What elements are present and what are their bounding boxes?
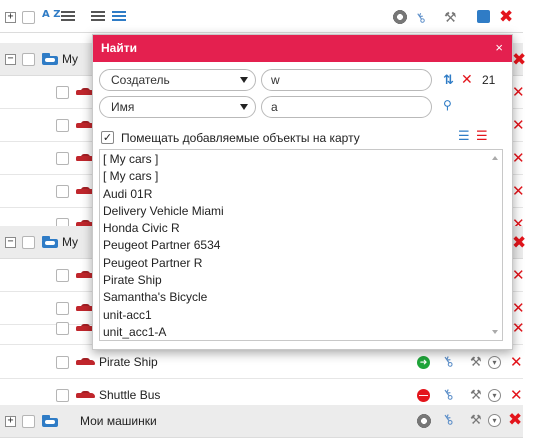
unit-checkbox[interactable] (56, 185, 69, 198)
delete-group-icon[interactable]: ✖ (508, 412, 522, 429)
result-item[interactable]: Samantha's Bicycle (103, 289, 224, 306)
filter-field-select[interactable]: Создатель (99, 69, 256, 91)
unit-checkbox[interactable] (56, 322, 69, 335)
clear-filter-icon[interactable]: ✕ (461, 72, 473, 86)
result-item[interactable]: [ My cars ] (103, 168, 224, 185)
result-item[interactable]: unit_acc1-A (103, 324, 224, 340)
group-folder-icon (42, 53, 58, 65)
save-icon[interactable] (477, 10, 490, 23)
refresh-icon[interactable]: ⇅ (443, 73, 454, 86)
dropdown-menu-icon[interactable]: ▾ (488, 389, 501, 402)
result-item[interactable]: Audi 01R (103, 186, 224, 203)
sort-az-icon[interactable]: A Z (42, 10, 60, 20)
group-checkbox[interactable] (22, 236, 35, 249)
car-icon (76, 391, 95, 399)
result-item[interactable]: unit-acc1 (103, 307, 224, 324)
collapse-icon[interactable]: − (5, 237, 16, 248)
delete-unit-icon[interactable]: ✕ (512, 118, 525, 133)
scroll-up-icon[interactable] (492, 156, 498, 160)
unit-name: Pirate Ship (99, 355, 158, 369)
filter-field-select[interactable]: Имя (99, 96, 256, 118)
delete-unit-icon[interactable]: ✕ (512, 151, 525, 166)
unit-checkbox[interactable] (56, 152, 69, 165)
add-to-map-icon[interactable]: ☰ (476, 129, 488, 142)
group-name: Мои машинки (80, 414, 157, 428)
wrench-icon[interactable]: ⚒ (444, 9, 457, 26)
dropdown-menu-icon[interactable]: ▾ (488, 356, 501, 369)
delete-group-icon[interactable]: ✖ (512, 52, 526, 69)
commands-icon[interactable] (415, 413, 433, 429)
add-to-map-label: Помещать добавляемые объекты на карту (121, 131, 360, 145)
scrollbar[interactable] (488, 150, 502, 340)
result-item[interactable]: [ My cars ] (103, 151, 224, 168)
filter-field-value: Имя (111, 100, 135, 114)
expand-icon[interactable]: + (5, 416, 16, 427)
unit-checkbox[interactable] (56, 356, 69, 369)
key-icon[interactable]: ⚷ (439, 385, 457, 405)
result-count: 21 (482, 73, 496, 87)
results-items: [ My cars ][ My cars ] Audi 01R Delivery V… (103, 151, 224, 340)
filter-value-input[interactable] (261, 96, 432, 118)
commands-icon[interactable] (391, 9, 409, 25)
results-list[interactable]: [ My cars ][ My cars ] Audi 01R Delivery V… (99, 149, 503, 341)
chevron-down-icon (240, 77, 248, 83)
key-icon[interactable]: ⚷ (439, 410, 457, 430)
group-row-my-cars[interactable]: + Мои машинки ⚷ ⚒ ▾ ✖ (0, 405, 523, 438)
dialog-header: Найти × (93, 35, 512, 62)
unit-checkbox[interactable] (56, 86, 69, 99)
filter-value-input[interactable] (261, 69, 432, 91)
filter-field-value: Создатель (111, 73, 170, 87)
dialog-title: Найти (101, 41, 137, 55)
wrench-icon[interactable]: ⚒ (470, 412, 482, 428)
group-checkbox[interactable] (22, 415, 35, 428)
delete-unit-icon[interactable]: ✕ (512, 268, 525, 283)
chevron-down-icon (240, 104, 248, 110)
search-dialog: Найти × Создатель ⇅ ✕ 21 Имя ⚲ ✓ Помещат… (92, 34, 513, 350)
close-icon[interactable]: × (495, 41, 503, 54)
unit-checkbox[interactable] (56, 269, 69, 282)
list-view-icon[interactable] (61, 11, 75, 23)
delete-unit-icon[interactable]: ✕ (512, 85, 525, 100)
key-icon[interactable]: ⚷ (439, 352, 457, 372)
result-item[interactable]: Peugeot Partner 6534 (103, 237, 224, 254)
expanded-list-icon[interactable] (112, 11, 126, 23)
collapse-icon[interactable]: − (5, 54, 16, 65)
delete-unit-icon[interactable]: ✕ (512, 321, 525, 336)
compact-list-icon[interactable] (91, 11, 105, 23)
group-folder-icon (42, 236, 58, 248)
delete-unit-icon[interactable]: ✕ (512, 184, 525, 199)
group-name: My (62, 52, 78, 66)
delete-unit-icon[interactable]: ✕ (510, 388, 523, 403)
search-icon[interactable]: ⚲ (443, 99, 452, 111)
scroll-down-icon[interactable] (492, 330, 498, 334)
group-folder-icon (42, 415, 58, 427)
unit-row-pirate-ship[interactable]: Pirate Ship ➜ ⚷ ⚒ ▾ ✕ (0, 346, 523, 379)
key-icon[interactable]: ⚷ (412, 9, 429, 28)
dropdown-menu-icon[interactable]: ▾ (488, 414, 501, 427)
wrench-icon[interactable]: ⚒ (470, 387, 482, 403)
unit-checkbox[interactable] (56, 119, 69, 132)
wrench-icon[interactable]: ⚒ (470, 354, 482, 370)
delete-unit-icon[interactable]: ✕ (510, 355, 523, 370)
delete-all-icon[interactable]: ✖ (499, 9, 513, 26)
connection-status-icon[interactable]: — (417, 389, 430, 402)
result-item[interactable]: Pirate Ship (103, 272, 224, 289)
unit-name: Shuttle Bus (99, 388, 161, 402)
unit-checkbox[interactable] (56, 389, 69, 402)
result-item[interactable]: Honda Civic R (103, 220, 224, 237)
select-all-checkbox[interactable] (22, 11, 35, 24)
tree-toolbar: + A Z ⚷ ⚒ ✖ (0, 0, 523, 33)
add-to-map-checkbox[interactable]: ✓ (101, 131, 114, 144)
group-name: My (62, 235, 78, 249)
expand-all-icon[interactable]: + (5, 12, 16, 23)
group-checkbox[interactable] (22, 53, 35, 66)
add-list-icon[interactable]: ☰ (458, 129, 470, 142)
delete-group-icon[interactable]: ✖ (512, 235, 526, 252)
car-icon (76, 358, 95, 366)
result-item[interactable]: Delivery Vehicle Miami (103, 203, 224, 220)
result-item[interactable]: Peugeot Partner R (103, 255, 224, 272)
connection-status-icon[interactable]: ➜ (417, 356, 430, 369)
